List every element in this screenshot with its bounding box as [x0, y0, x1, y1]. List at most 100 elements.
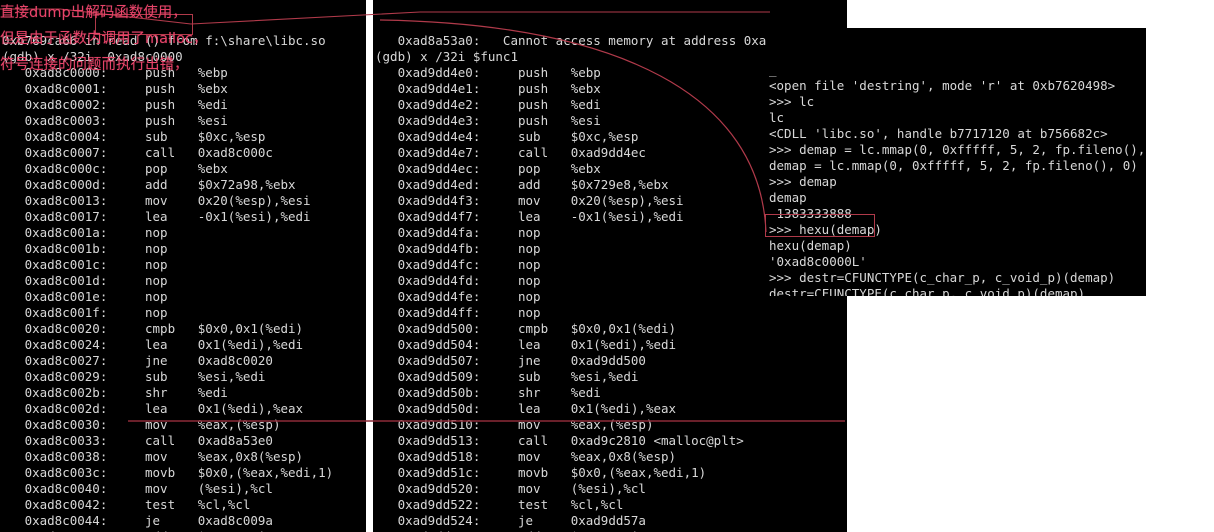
disasm-operands: %edi [197, 97, 228, 112]
disasm-mnemonic: call [145, 433, 198, 448]
disassembly-row: 0xad8c0042: test %cl,%cl [2, 497, 366, 513]
disasm-address: 0xad8c0002: [2, 97, 145, 112]
disasm-address: 0xad9dd4ed: [375, 177, 518, 192]
disasm-address: 0xad9dd4ec: [375, 161, 518, 176]
disassembly-row: 0xad9dd50b: shr %edi [375, 385, 847, 401]
disasm-address: 0xad8c0001: [2, 81, 145, 96]
disassembly-row: 0xad9dd4ff: nop [375, 305, 847, 321]
disasm-operands: 0xad9dd500 [570, 353, 646, 368]
disasm-mnemonic: pop [145, 161, 198, 176]
disassembly-row: 0xad8c0020: cmpb $0x0,0x1(%edi) [2, 321, 366, 337]
disasm-mnemonic: push [145, 113, 198, 128]
disasm-mnemonic: jne [518, 353, 571, 368]
disasm-mnemonic: mov [145, 449, 198, 464]
disasm-address: 0xad8c001d: [2, 273, 145, 288]
disasm-mnemonic: lea [518, 209, 571, 224]
disasm-address: 0xad8c0003: [2, 113, 145, 128]
disasm-address: 0xad8c0020: [2, 321, 145, 336]
disasm-mnemonic: mov [518, 449, 571, 464]
disasm-operands: 0x1(%edi),%edi [197, 337, 304, 352]
disasm-address: 0xad8c0042: [2, 497, 145, 512]
disasm-mnemonic: test [518, 497, 571, 512]
disasm-mnemonic: mov [145, 193, 198, 208]
disassembly-row: 0xad8c0017: lea -0x1(%esi),%edi [2, 209, 366, 225]
disasm-mnemonic: cmpb [145, 321, 198, 336]
python-console-line: <open file 'destring', mode 'r' at 0xb76… [769, 78, 1116, 93]
disasm-operands: %edi [570, 97, 601, 112]
disasm-address: 0xad8c001b: [2, 241, 145, 256]
disasm-mnemonic: sub [145, 129, 198, 144]
python-console-line: >>> lc [769, 94, 815, 109]
disasm-operands: %esi [197, 113, 228, 128]
disasm-operands: %cl,%cl [197, 497, 251, 512]
disassembly-row: 0xad8c0029: sub %esi,%edi [2, 369, 366, 385]
disasm-mnemonic: nop [145, 257, 198, 272]
disasm-address: 0xad8c000c: [2, 161, 145, 176]
disasm-mnemonic: sub [145, 369, 198, 384]
disassembly-row: 0xad8c000d: add $0x72a98,%ebx [2, 177, 366, 193]
disasm-address: 0xad9dd50b: [375, 385, 518, 400]
disassembly-row: 0xad8c0001: push %ebx [2, 81, 366, 97]
disasm-address: 0xad8c0004: [2, 129, 145, 144]
disassembly-row: 0xad8c001a: nop [2, 225, 366, 241]
disasm-operands: (%esi),%cl [570, 481, 646, 496]
python-console-line: >>> demap = lc.mmap(0, 0xfffff, 5, 2, fp… [769, 142, 1146, 157]
disasm-mnemonic: lea [145, 401, 198, 416]
disasm-address: 0xad9dd513: [375, 433, 518, 448]
disasm-address: 0xad8c0038: [2, 449, 145, 464]
disasm-operands: 0x1(%edi),%eax [197, 401, 304, 416]
disasm-address: 0xad8c0013: [2, 193, 145, 208]
python-console-line: '0xad8c0000L' [769, 254, 867, 269]
python-console-line: demap = lc.mmap(0, 0xfffff, 5, 2, fp.fil… [769, 158, 1138, 173]
disasm-operands: %ebx [570, 81, 601, 96]
disasm-address: 0xad8c0024: [2, 337, 145, 352]
chinese-note-line-2: 但是由于函数内调用了malloc， [0, 31, 208, 47]
disasm-operands: 0xad8a53e0 [197, 433, 273, 448]
disasm-mnemonic: call [518, 145, 571, 160]
disassembly-row: 0xad9dd509: sub %esi,%edi [375, 369, 847, 385]
disasm-operands: %eax,0x8(%esp) [197, 449, 304, 464]
disassembly-row: 0xad9dd513: call 0xad9c2810 <malloc@plt> [375, 433, 847, 449]
python-console-line: <CDLL 'libc.so', handle b7717120 at b756… [769, 126, 1108, 141]
disassembly-row: 0xad9dd51c: movb $0x0,(%eax,%edi,1) [375, 465, 847, 481]
disasm-mnemonic: nop [518, 305, 571, 320]
disasm-operands: %eax,(%esp) [197, 417, 281, 432]
disasm-mnemonic: nop [518, 225, 571, 240]
disasm-operands: 0xad9dd4ec [570, 145, 646, 160]
disasm-address: 0xad9dd509: [375, 369, 518, 384]
disassembly-row: 0xad8c0033: call 0xad8a53e0 [2, 433, 366, 449]
disasm-mnemonic: test [145, 497, 198, 512]
disasm-mnemonic: add [145, 177, 198, 192]
disasm-address: 0xad9dd4fa: [375, 225, 518, 240]
disasm-mnemonic: nop [145, 273, 198, 288]
disassembly-row: 0xad8c001c: nop [2, 257, 366, 273]
disasm-address: 0xad9dd4e1: [375, 81, 518, 96]
disasm-mnemonic: push [518, 81, 571, 96]
disassembly-row: 0xad8c0030: mov %eax,(%esp) [2, 417, 366, 433]
disasm-mnemonic: shr [145, 385, 198, 400]
disasm-mnemonic: mov [145, 417, 198, 432]
disasm-operands: 0x20(%esp),%esi [197, 193, 311, 208]
disasm-mnemonic: push [145, 97, 198, 112]
disasm-address: 0xad8c003c: [2, 465, 145, 480]
disasm-mnemonic: je [145, 513, 198, 528]
disasm-address: 0xad9dd4f7: [375, 209, 518, 224]
disasm-address: 0xad9dd522: [375, 497, 518, 512]
disasm-mnemonic: nop [518, 289, 571, 304]
disasm-mnemonic: nop [518, 241, 571, 256]
disasm-operands: $0x0,(%eax,%edi,1) [197, 465, 334, 480]
disasm-address: 0xad8c0030: [2, 417, 145, 432]
disassembly-row: 0xad8c003c: movb $0x0,(%eax,%edi,1) [2, 465, 366, 481]
disasm-address: 0xad9dd51c: [375, 465, 518, 480]
disassembly-row: 0xad8c0040: mov (%esi),%cl [2, 481, 366, 497]
chinese-note-line-1: 直接dump出解码函数使用， [0, 5, 187, 21]
disasm-mnemonic: mov [518, 417, 571, 432]
disassembly-row: 0xad8c001e: nop [2, 289, 366, 305]
disasm-operands: %esi,%edi [197, 369, 266, 384]
disassembly-row: 0xad8c0024: lea 0x1(%edi),%edi [2, 337, 366, 353]
disassembly-row: 0xad8c0002: push %edi [2, 97, 366, 113]
disasm-operands: 0xad9dd57a [570, 513, 646, 528]
disasm-mnemonic: nop [518, 257, 571, 272]
gdb-left-terminal[interactable]: 0xb769ca66 in read () from f:\share\libc… [0, 0, 366, 532]
disasm-address: 0xad9dd500: [375, 321, 518, 336]
